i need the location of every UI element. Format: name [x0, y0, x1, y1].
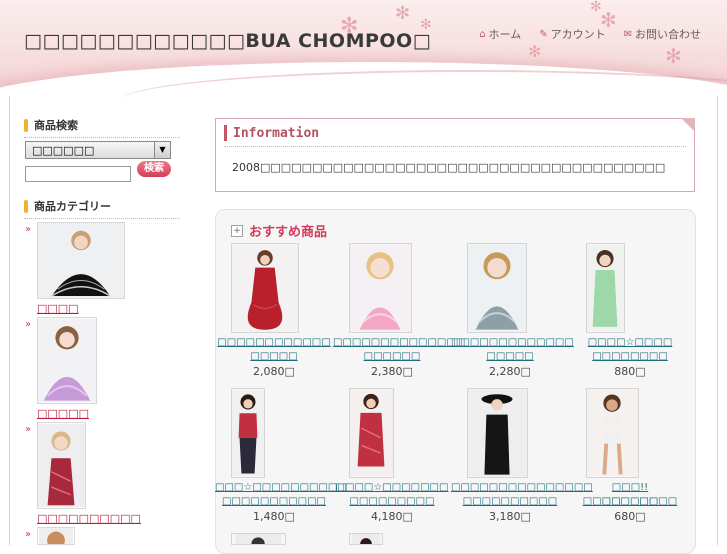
product-name[interactable]: □□□□□□ — [333, 350, 451, 364]
site-title[interactable]: □□□□□□□□□□□□BUA CHOMPOO□ — [24, 30, 431, 52]
category-image-purple-dress[interactable] — [37, 317, 97, 404]
nav-contact[interactable]: ✉ お問い合わせ — [624, 26, 701, 42]
chevron-right-icon: » — [25, 529, 32, 540]
product-name[interactable]: □□□□□ — [215, 350, 333, 364]
product-price: 880□ — [614, 365, 646, 378]
category-label[interactable]: □□□□ — [37, 302, 79, 315]
product-image[interactable] — [467, 388, 528, 478]
category-image-partial[interactable] — [37, 527, 75, 545]
product-price: 2,080□ — [253, 365, 295, 378]
category-select[interactable]: □□□□□□ ▼ — [25, 141, 171, 159]
nav-home[interactable]: ⌂ ホーム — [479, 26, 521, 42]
product-image[interactable] — [467, 243, 527, 333]
site-title-prefix: □□□□□□□□□□□□ — [24, 30, 246, 52]
flower-icon: ✻ — [665, 44, 682, 68]
information-title: Information — [224, 125, 319, 141]
chevron-down-icon[interactable]: ▼ — [154, 142, 170, 158]
nav-contact-label: お問い合わせ — [635, 28, 701, 41]
frame-left-line — [9, 96, 10, 545]
product-image[interactable] — [586, 243, 625, 333]
product-name[interactable]: □□□□□□□□□□□□□□ — [333, 336, 465, 350]
product-image-partial[interactable] — [349, 533, 383, 545]
product-price: 2,380□ — [371, 365, 413, 378]
product-image[interactable] — [586, 388, 639, 478]
category-heading: 商品カテゴリー — [24, 198, 180, 219]
product-name[interactable]: □□□□□□□□□□ — [451, 495, 569, 509]
category-image-black-dress[interactable] — [37, 222, 125, 299]
edit-icon: ✎ — [539, 28, 548, 40]
product-price: 1,480□ — [253, 510, 295, 523]
chevron-right-icon: » — [25, 424, 32, 435]
information-box: Information 2008□□□□□□□□□□□□□□□□□□□□□□□□… — [215, 118, 695, 192]
category-label[interactable]: □□□□□ — [37, 407, 89, 420]
recommended-title: + おすすめ商品 — [231, 221, 327, 240]
chevron-right-icon: » — [25, 319, 32, 330]
plus-icon: + — [231, 224, 243, 237]
nav-home-label: ホーム — [488, 28, 522, 41]
product-price: 4,180□ — [371, 510, 413, 523]
header-nav: ⌂ ホーム ✎ アカウント ✉ お問い合わせ — [479, 26, 701, 42]
category-label[interactable]: □□□□□□□□□□ — [37, 512, 141, 525]
product-name[interactable]: □□□□□□□□□□□ — [215, 495, 333, 509]
product-name[interactable]: □□□□□□□□□□□□□□□ — [451, 481, 593, 495]
information-text: 2008□□□□□□□□□□□□□□□□□□□□□□□□□□□□□□□□□□□□… — [232, 161, 666, 174]
information-title-text: Information — [233, 125, 320, 141]
mail-icon: ✉ — [623, 28, 632, 40]
heading-bar — [24, 199, 28, 213]
category-select-boxes: □□□□□□ — [32, 144, 95, 157]
product-name[interactable]: □□□□□□□□ — [571, 350, 689, 364]
product-price: 2,280□ — [489, 365, 531, 378]
product-price: 680□ — [614, 510, 646, 523]
product-image[interactable] — [231, 388, 265, 478]
product-price: 3,180□ — [489, 510, 531, 523]
search-input[interactable] — [25, 166, 131, 182]
product-name[interactable]: □□□□☆□□□□□□□ — [333, 481, 451, 495]
home-icon: ⌂ — [479, 28, 486, 40]
product-name[interactable]: □□□□□□□□□□□□□ — [451, 336, 574, 350]
search-button[interactable]: 検索 — [137, 161, 171, 177]
info-corner — [681, 118, 695, 132]
product-name[interactable]: □□□□□□□□□ — [333, 495, 451, 509]
product-name[interactable]: □□□□□ — [451, 350, 569, 364]
category-heading-label: 商品カテゴリー — [34, 200, 111, 213]
site-header: ✻ ✻ ✻ ✻ ✻ ✻ ✻ □□□□□□□□□□□□BUA CHOMPOO□ ⌂… — [0, 0, 727, 102]
search-heading-label: 商品検索 — [34, 119, 78, 132]
category-image-red-dress[interactable] — [37, 422, 86, 509]
heading-bar — [224, 125, 227, 141]
site-title-text: BUA CHOMPOO — [245, 30, 413, 52]
nav-account[interactable]: ✎ アカウント — [539, 26, 605, 42]
product-name[interactable]: □□□□☆□□□□ — [571, 336, 689, 350]
search-heading: 商品検索 — [24, 117, 180, 138]
info-divider — [224, 146, 686, 147]
frame-right-line — [717, 96, 718, 545]
chevron-right-icon: » — [25, 224, 32, 235]
nav-account-label: アカウント — [550, 28, 606, 41]
product-image[interactable] — [231, 243, 299, 333]
flower-icon: ✻ — [528, 42, 542, 61]
flower-icon: ✻ — [395, 3, 411, 24]
product-image[interactable] — [349, 388, 394, 478]
product-image-partial[interactable] — [231, 533, 286, 545]
heading-bar — [24, 118, 28, 132]
product-image[interactable] — [349, 243, 412, 333]
product-name[interactable]: □□□☆□□□□□□□□□□ — [215, 481, 347, 495]
site-title-suffix: □ — [412, 30, 432, 52]
product-name[interactable]: □□□□□□ — [571, 495, 689, 509]
product-name[interactable]: □□□□□□□□□□□□ — [215, 336, 333, 350]
recommended-title-text: おすすめ商品 — [249, 225, 328, 240]
